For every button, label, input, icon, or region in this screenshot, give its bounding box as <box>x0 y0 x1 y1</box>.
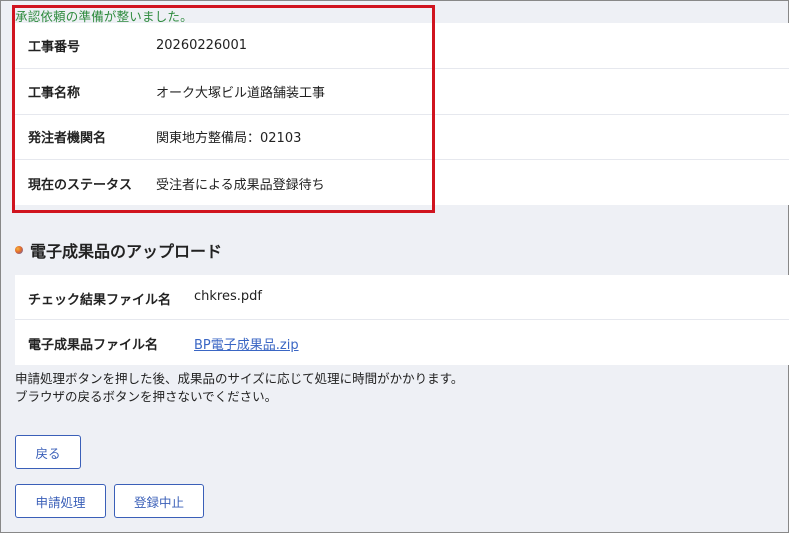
info-label: 現在のステータス <box>28 177 133 193</box>
product-file-link[interactable]: BP電子成果品.zip <box>194 334 299 353</box>
check-result-label: チェック結果ファイル名 <box>28 293 172 308</box>
info-value: オーク大塚ビル道路舗装工事 <box>156 86 326 101</box>
upload-panel: チェック結果ファイル名 chkres.pdf 電子成果品ファイル名 BP電子成果… <box>15 275 789 365</box>
upload-row-product: 電子成果品ファイル名 BP電子成果品.zip <box>15 320 789 365</box>
info-row-construction-name: 工事名称 オーク大塚ビル道路舗装工事 <box>15 69 789 115</box>
info-value: 受注者による成果品登録待ち <box>156 177 325 193</box>
info-label: 工事番号 <box>28 40 81 55</box>
info-row-orderer: 発注者機関名 関東地方整備局：02103 <box>15 114 789 160</box>
section-bullet-icon <box>15 246 23 254</box>
apply-button[interactable]: 申請処理 <box>15 484 106 518</box>
info-label: 発注者機関名 <box>28 131 107 146</box>
upload-section-title: 電子成果品のアップロード <box>15 239 222 261</box>
browser-back-warning: ブラウザの戻るボタンを押さないでください。 <box>15 389 278 404</box>
back-button[interactable]: 戻る <box>15 435 81 469</box>
info-value: 20260226001 <box>156 38 247 53</box>
info-row-status: 現在のステータス 受注者による成果品登録待ち <box>15 160 789 206</box>
construction-info-panel: 工事番号 20260226001 工事名称 オーク大塚ビル道路舗装工事 発注者機… <box>15 23 789 205</box>
info-value: 関東地方整備局：02103 <box>156 131 302 146</box>
info-row-construction-number: 工事番号 20260226001 <box>15 23 789 69</box>
cancel-registration-button[interactable]: 登録中止 <box>114 484 204 518</box>
section-title-text: 電子成果品のアップロード <box>30 242 223 261</box>
product-file-label: 電子成果品ファイル名 <box>28 338 159 353</box>
processing-note: 申請処理ボタンを押した後、成果品のサイズに応じて処理に時間がかかります。 <box>15 371 464 386</box>
info-label: 工事名称 <box>28 86 81 101</box>
upload-row-check-result: チェック結果ファイル名 chkres.pdf <box>15 275 789 320</box>
check-result-filename: chkres.pdf <box>194 289 262 304</box>
